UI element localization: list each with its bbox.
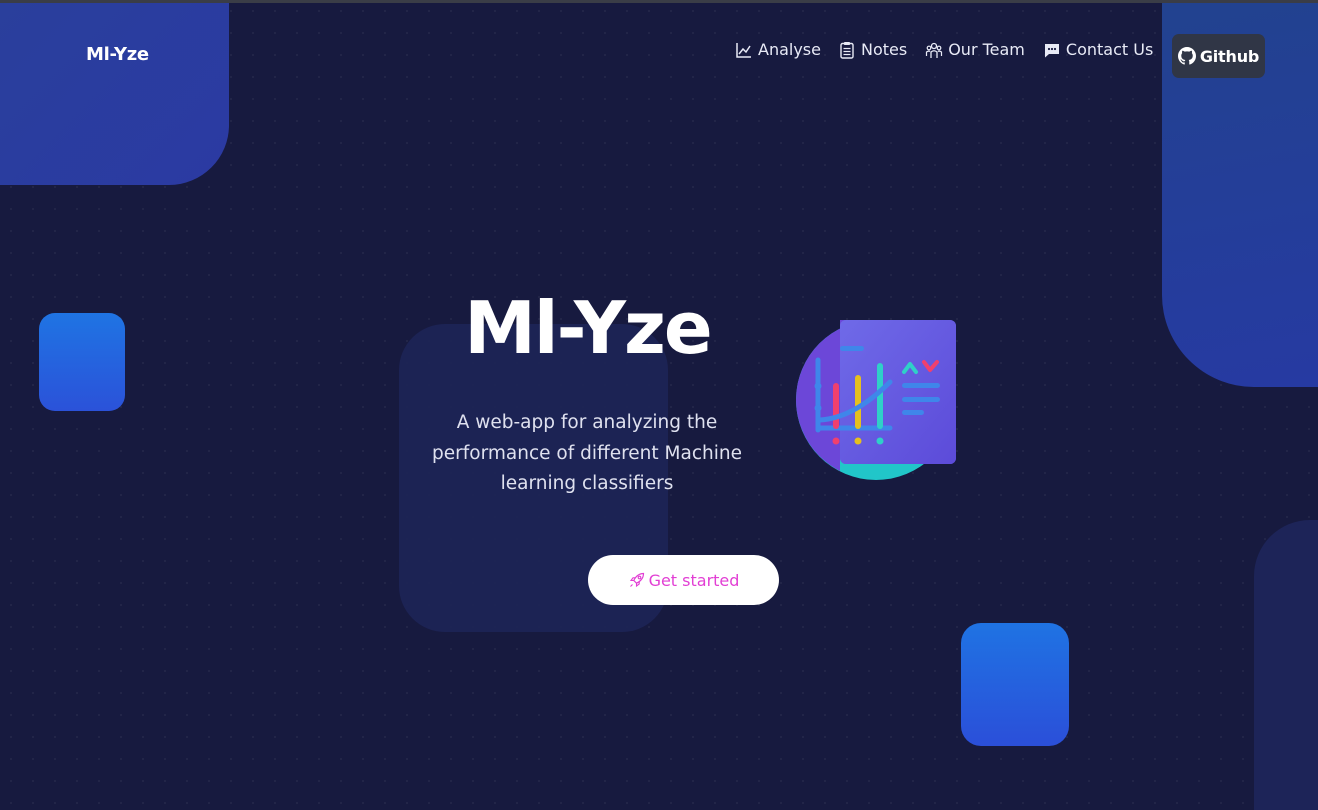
github-icon — [1177, 47, 1196, 65]
nav-item-notes[interactable]: Notes — [838, 40, 907, 59]
decorative-shape-bottom — [961, 623, 1069, 746]
hero-subtitle-line: performance of different Machine — [432, 442, 742, 464]
github-button[interactable]: Github — [1172, 34, 1265, 78]
nav-item-label: Notes — [860, 40, 908, 59]
chat-icon — [1044, 43, 1059, 57]
hero-subtitle-line: learning classifiers — [500, 473, 674, 494]
clipboard-icon — [840, 41, 854, 59]
nav-item-label: Our Team — [948, 40, 1025, 59]
decorative-shape-bottom-right — [1254, 520, 1318, 810]
rocket-icon — [629, 572, 644, 588]
nav-item-label: Contact Us — [1065, 40, 1154, 59]
get-started-label: Get started — [648, 570, 740, 590]
decorative-shape-top-left — [0, 3, 229, 185]
nav-item-contact-us[interactable]: Contact Us — [1043, 40, 1153, 59]
main-nav: Analyse Notes Our Team Contact Us — [735, 40, 1171, 59]
chart-line-icon — [736, 42, 751, 58]
hero-title: Ml-Yze — [464, 286, 713, 370]
nav-item-analyse[interactable]: Analyse — [735, 40, 821, 59]
window-top-border — [0, 0, 1318, 3]
nav-item-label: Analyse — [758, 40, 821, 59]
hero-subtitle: A web-app for analyzing the performance … — [418, 408, 756, 500]
get-started-button[interactable]: Get started — [588, 555, 779, 605]
github-button-label: Github — [1199, 46, 1260, 66]
nav-item-our-team[interactable]: Our Team — [925, 40, 1025, 59]
brand-logo[interactable]: Ml-Yze — [86, 44, 149, 65]
analytics-illustration — [796, 320, 956, 480]
decorative-shape-left — [39, 313, 125, 411]
hero-subtitle-line: A web-app for analyzing the — [456, 412, 718, 433]
team-icon — [926, 42, 943, 58]
